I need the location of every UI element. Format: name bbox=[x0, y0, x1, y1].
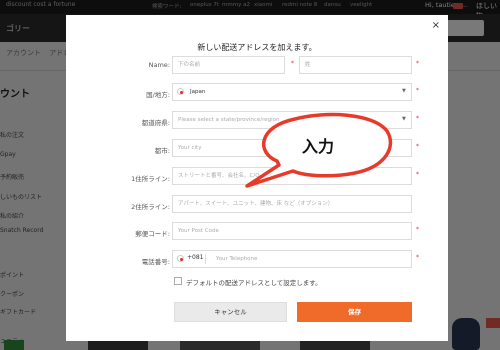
city-label: 都市: bbox=[154, 147, 170, 155]
dropdown-arrow-icon: ▼ bbox=[402, 116, 406, 122]
required-mark: * bbox=[416, 60, 419, 67]
divider bbox=[205, 254, 206, 264]
phone-placeholder: Your Telephone bbox=[216, 256, 258, 262]
last-name-field[interactable]: 姓 bbox=[299, 56, 412, 74]
modal-title: 新しい配送アドレスを加えます。 bbox=[197, 43, 317, 52]
dropdown-arrow-icon: ▼ bbox=[402, 88, 406, 94]
state-label: 都道府県: bbox=[141, 119, 170, 127]
address2-label: 2住所ライン: bbox=[131, 203, 170, 211]
zip-label: 郵便コード: bbox=[135, 230, 170, 238]
required-mark: * bbox=[416, 143, 419, 150]
default-address-checkbox[interactable] bbox=[174, 277, 182, 285]
required-mark: * bbox=[291, 60, 294, 67]
close-icon[interactable]: × bbox=[432, 20, 440, 31]
country-select[interactable]: Japan bbox=[172, 83, 412, 101]
address1-label: 1住所ライン: bbox=[131, 175, 170, 183]
callout-text: 入力 bbox=[302, 137, 335, 156]
save-button[interactable]: 保存 bbox=[297, 302, 412, 322]
default-address-label[interactable]: デフォルトの配送アドレスとして設定します。 bbox=[186, 277, 322, 287]
country-label: 国/地方: bbox=[146, 91, 170, 99]
required-mark: * bbox=[416, 226, 419, 233]
country-value: Japan bbox=[190, 89, 206, 95]
phone-field[interactable]: Your Telephone bbox=[172, 250, 412, 268]
cancel-button[interactable]: キャンセル bbox=[174, 302, 287, 322]
japan-flag-icon bbox=[177, 88, 184, 95]
required-mark: * bbox=[416, 171, 419, 178]
required-mark: * bbox=[416, 115, 419, 122]
zip-field[interactable]: Your Post Code bbox=[172, 222, 412, 240]
required-mark: * bbox=[416, 254, 419, 261]
japan-flag-icon bbox=[177, 255, 184, 262]
required-mark: * bbox=[416, 87, 419, 94]
phone-country-code[interactable]: +081 bbox=[187, 254, 203, 261]
address2-field[interactable]: アパート、スイート、ユニット、建物、床 など（オプション） bbox=[172, 195, 412, 213]
name-label: Name: bbox=[148, 61, 170, 69]
first-name-field[interactable]: 下の名前 bbox=[172, 56, 285, 74]
phone-label: 電話番号: bbox=[141, 258, 170, 266]
